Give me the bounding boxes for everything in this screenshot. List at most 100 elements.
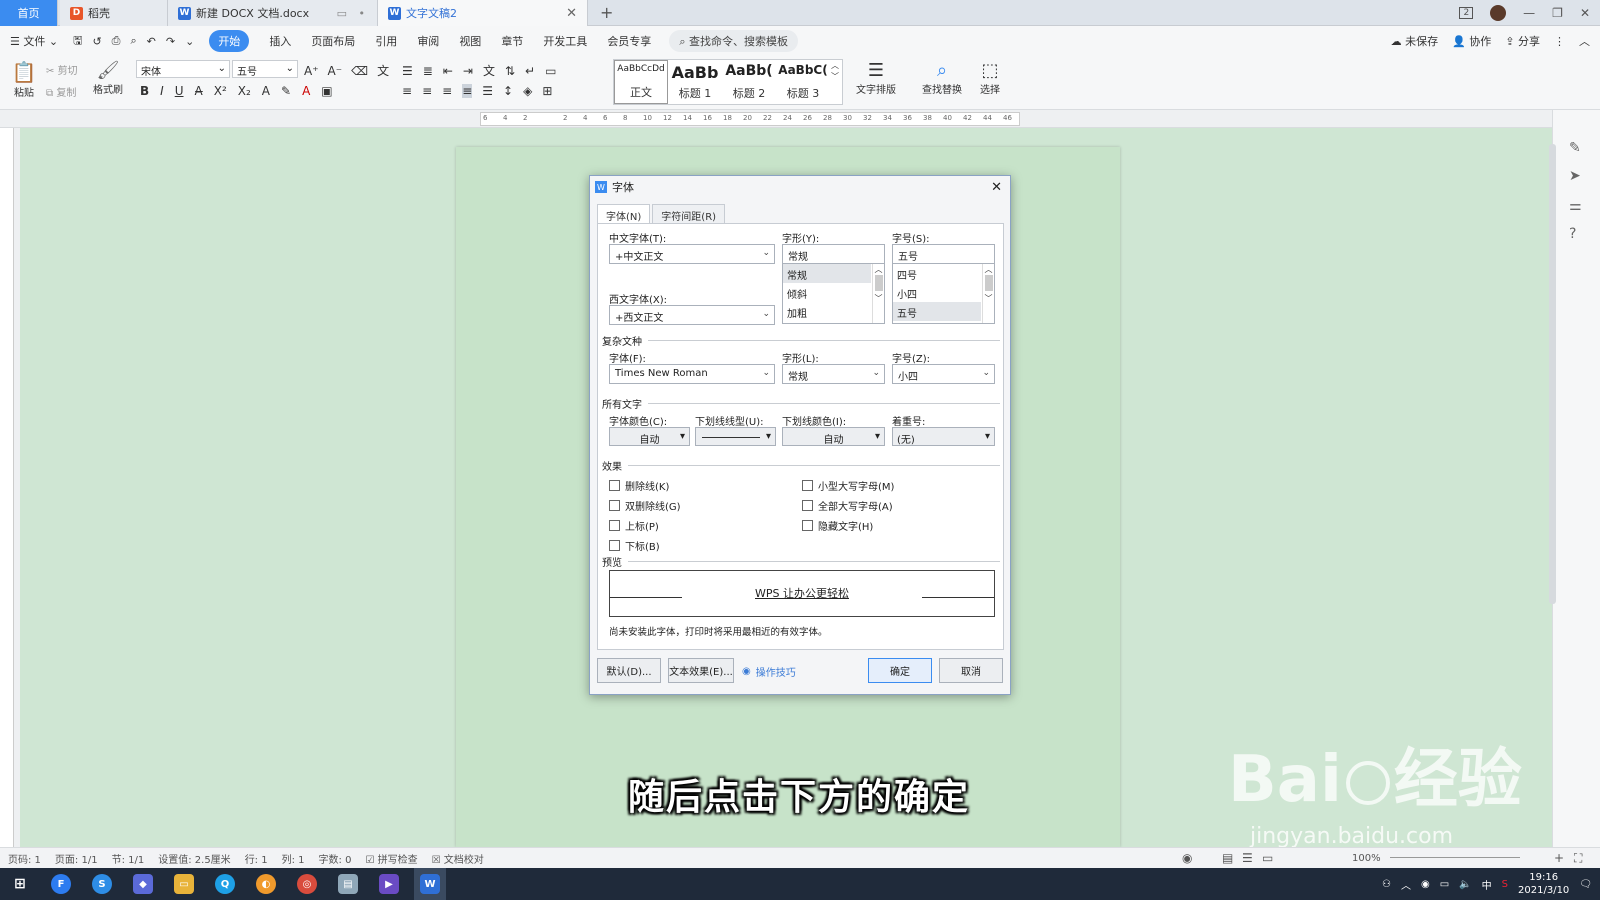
- subscript-checkbox[interactable]: 下标(B): [609, 538, 660, 553]
- complex-style-select[interactable]: 常规 ⌄: [782, 364, 885, 384]
- all-caps-checkbox[interactable]: 全部大写字母(A): [802, 498, 893, 513]
- menu-file[interactable]: 文件: [23, 35, 45, 48]
- styles-scroll[interactable]: ︿ ﹀: [830, 60, 840, 104]
- customize-icon[interactable]: ⌄: [185, 35, 194, 48]
- style-input[interactable]: 常规: [782, 244, 885, 264]
- save-icon[interactable]: 🖫: [73, 32, 82, 51]
- notes-app-icon[interactable]: ▤: [332, 868, 364, 900]
- bullets-icon[interactable]: ☰: [402, 64, 413, 78]
- justify-icon[interactable]: ≡: [462, 84, 473, 98]
- pen-icon[interactable]: ✎: [1569, 140, 1581, 156]
- checkbox-box[interactable]: [802, 500, 813, 511]
- share-button[interactable]: ⇪ 分享: [1505, 33, 1540, 49]
- undo-history-icon[interactable]: ↺: [92, 35, 101, 48]
- menu-review[interactable]: 审阅: [417, 33, 439, 49]
- format-painter-button[interactable]: 🖌 格式刷: [92, 60, 124, 96]
- fullscreen-icon[interactable]: ⛶: [1574, 851, 1582, 866]
- sort-icon[interactable]: ⇅: [505, 64, 515, 78]
- size-list-scrollbar[interactable]: ︿ ﹀: [982, 264, 994, 323]
- text-layout-button[interactable]: ☰ 文字排版: [856, 60, 896, 96]
- style-heading-3[interactable]: AaBbC(标题 3: [776, 60, 830, 104]
- text-effect-button[interactable]: 文本效果(E)...: [668, 658, 734, 683]
- media-player-icon[interactable]: ▶: [373, 868, 405, 900]
- notification-icon[interactable]: 🗨: [1579, 879, 1592, 890]
- default-button[interactable]: 默认(D)...: [597, 658, 661, 683]
- spell-check-toggle[interactable]: ☑ 拼写检查: [365, 851, 417, 866]
- distribute-icon[interactable]: ☰: [482, 84, 493, 98]
- indent-icon[interactable]: ⇥: [463, 64, 473, 78]
- hidden-text-checkbox[interactable]: 隐藏文字(H): [802, 518, 873, 533]
- tab-home[interactable]: 首页: [0, 0, 58, 26]
- help-icon[interactable]: ?: [1569, 226, 1576, 242]
- close-window-button[interactable]: ✕: [1580, 6, 1590, 20]
- font-color-select[interactable]: 自动 ▾: [609, 427, 690, 446]
- eye-protect-icon[interactable]: ◉: [1182, 851, 1192, 865]
- size-option-5[interactable]: 五号: [893, 302, 981, 321]
- command-search[interactable]: ⌕ 查找命令、搜索模板: [669, 30, 798, 52]
- scroll-thumb[interactable]: [1549, 144, 1556, 604]
- size-input[interactable]: 五号: [892, 244, 995, 264]
- phonetic-icon[interactable]: 文: [377, 62, 389, 79]
- underline-type-select[interactable]: ▾: [695, 427, 776, 446]
- paste-button[interactable]: 📋 粘贴: [10, 60, 38, 99]
- collapse-ribbon-icon[interactable]: ︿: [1579, 33, 1590, 49]
- collab-button[interactable]: 👤 协作: [1452, 33, 1491, 49]
- menu-chapter[interactable]: 章节: [501, 33, 523, 49]
- line-spacing-icon[interactable]: ↕: [503, 84, 513, 98]
- redo-icon[interactable]: ↷: [166, 35, 175, 48]
- close-tab-icon[interactable]: ✕: [566, 6, 577, 21]
- style-normal[interactable]: AaBbCcDd 正文: [614, 60, 668, 104]
- chinese-layout-icon[interactable]: 文: [483, 62, 495, 79]
- show-marks-icon[interactable]: ↵: [525, 64, 535, 78]
- size-list[interactable]: 四号 小四 五号 ︿ ﹀: [892, 263, 995, 324]
- vertical-scrollbar[interactable]: [1549, 140, 1562, 610]
- sogou-icon[interactable]: S: [86, 868, 118, 900]
- bold-icon[interactable]: B: [140, 84, 149, 98]
- status-pages[interactable]: 页面: 1/1: [55, 851, 98, 866]
- shrink-font-icon[interactable]: A⁻: [328, 64, 343, 78]
- tips-link[interactable]: ◉ 操作技巧: [742, 664, 796, 679]
- menu-references[interactable]: 引用: [375, 33, 397, 49]
- browser-q-icon[interactable]: Q: [209, 868, 241, 900]
- highlight-icon[interactable]: ✎: [281, 84, 291, 98]
- tab-document-2[interactable]: W 文字文稿2 ✕: [378, 0, 588, 26]
- cursor-icon[interactable]: ➤: [1569, 168, 1581, 184]
- unsaved-button[interactable]: ☁ 未保存: [1391, 33, 1439, 49]
- 3d-app-icon[interactable]: ◆: [127, 868, 159, 900]
- underline-color-select[interactable]: 自动 ▾: [782, 427, 885, 446]
- menu-start[interactable]: 开始: [209, 30, 250, 52]
- file-explorer-icon[interactable]: ▭: [168, 868, 200, 900]
- outline-view-icon[interactable]: ☰: [1242, 851, 1253, 865]
- settings-sliders-icon[interactable]: ⚌: [1569, 198, 1582, 214]
- dot-icon[interactable]: •: [359, 7, 366, 20]
- style-heading-1[interactable]: AaBb 标题 1: [668, 60, 722, 104]
- align-center-icon[interactable]: ≡: [422, 84, 432, 98]
- clear-format-icon[interactable]: ⌫: [351, 64, 368, 78]
- feather-app-icon[interactable]: F: [45, 868, 77, 900]
- west-font-select[interactable]: +西文正文 ⌄: [609, 305, 775, 325]
- style-list-scrollbar[interactable]: ︿ ﹀: [872, 264, 884, 323]
- clock[interactable]: 19:16 2021/3/10: [1518, 871, 1569, 897]
- undo-icon[interactable]: ↶: [147, 35, 156, 48]
- volume-icon[interactable]: 🔈: [1459, 879, 1471, 890]
- style-option-italic[interactable]: 倾斜: [783, 283, 884, 302]
- print-preview-icon[interactable]: ⌕: [130, 34, 136, 48]
- hamburger-icon[interactable]: ☰ 文件 ⌄: [10, 33, 58, 49]
- italic-icon[interactable]: I: [160, 84, 164, 98]
- double-strikethrough-checkbox[interactable]: 双删除线(G): [609, 498, 681, 513]
- underline-icon[interactable]: U: [175, 84, 184, 98]
- checkbox-box[interactable]: [609, 480, 620, 491]
- tab-docx[interactable]: W 新建 DOCX 文档.docx ▭ •: [168, 0, 378, 26]
- zoom-slider[interactable]: [1390, 857, 1520, 858]
- superscript-checkbox[interactable]: 上标(P): [609, 518, 659, 533]
- menu-developer[interactable]: 开发工具: [543, 33, 587, 49]
- sogou-ime-icon[interactable]: S: [1502, 879, 1508, 890]
- status-words[interactable]: 字数: 0: [319, 851, 352, 866]
- status-line[interactable]: 行: 1: [245, 851, 268, 866]
- cn-font-select[interactable]: +中文正文 ⌄: [609, 244, 775, 264]
- print-icon[interactable]: ⎙: [112, 34, 121, 48]
- subscript-icon[interactable]: X₂: [238, 84, 251, 98]
- orange-app-icon[interactable]: ◐: [250, 868, 282, 900]
- outdent-icon[interactable]: ⇤: [443, 64, 453, 78]
- grow-font-icon[interactable]: A⁺: [304, 64, 319, 78]
